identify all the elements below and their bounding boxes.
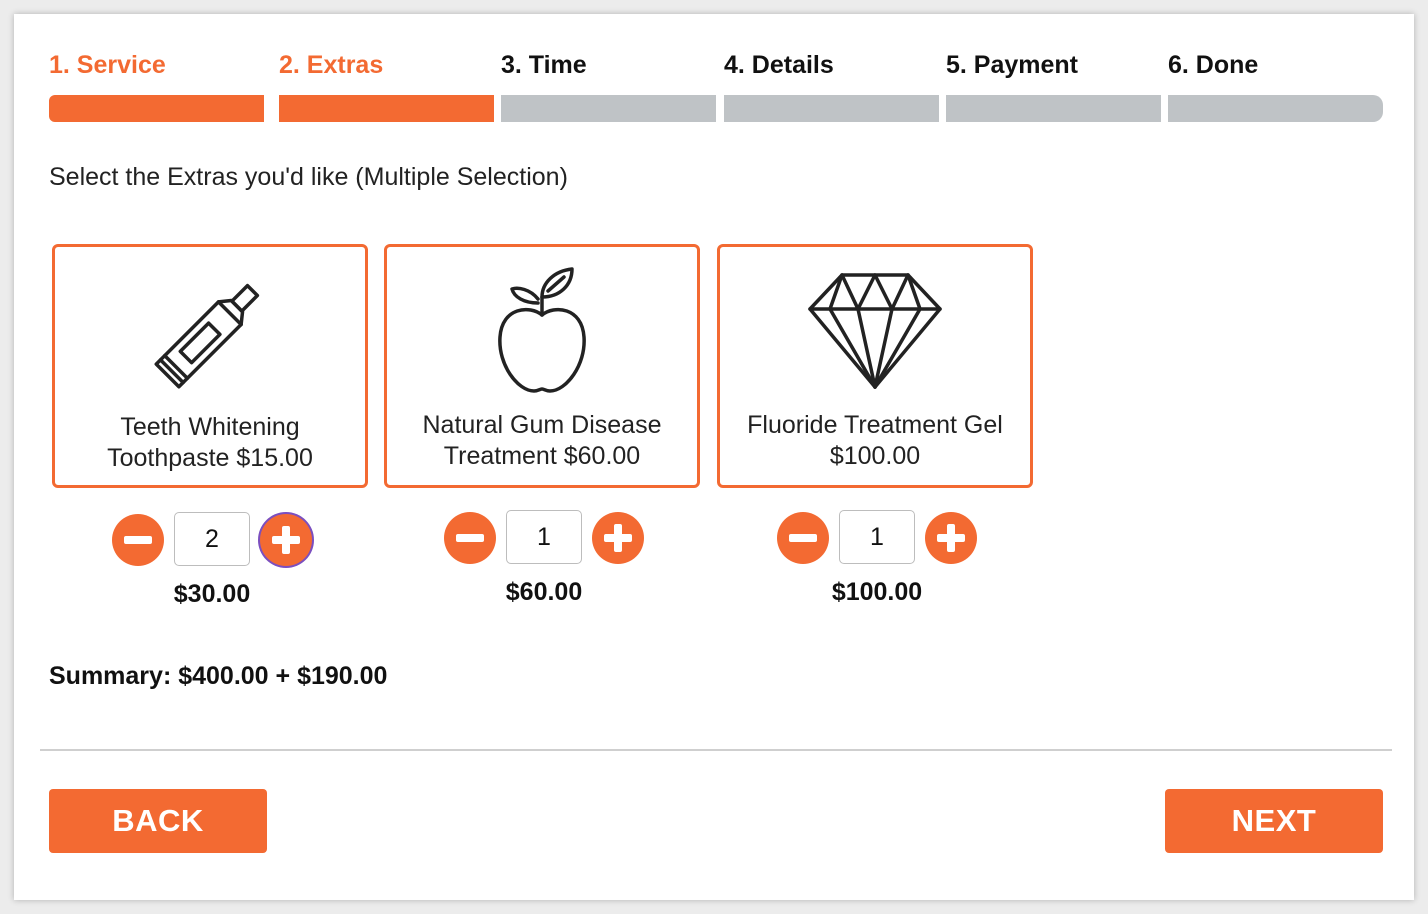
extra-title-line: Teeth Whitening xyxy=(120,413,300,441)
extra-card-teeth-whitening[interactable]: Teeth Whitening Toothpaste $15.00 xyxy=(52,244,368,488)
step-label: 5. Payment xyxy=(946,51,1079,79)
plus-icon xyxy=(937,524,965,552)
divider xyxy=(40,749,1392,751)
step-service[interactable]: 1. Service xyxy=(49,48,264,122)
apple-icon xyxy=(482,263,602,408)
extra-title: Teeth Whitening Toothpaste $15.00 xyxy=(55,412,365,474)
extra-subtotal: $100.00 xyxy=(831,578,923,606)
step-bar xyxy=(946,95,1161,122)
increase-quantity-button[interactable] xyxy=(592,512,644,564)
minus-icon xyxy=(789,534,817,542)
step-extras[interactable]: 2. Extras xyxy=(279,48,494,122)
extra-title-line: Natural Gum Disease xyxy=(422,411,662,439)
step-done: 6. Done xyxy=(1168,48,1383,122)
extra-title-line: Fluoride Treatment Gel xyxy=(747,411,1003,439)
step-progress: 1. Service 2. Extras 3. Time 4. Details … xyxy=(49,48,1383,128)
extra-title: Natural Gum Disease Treatment $60.00 xyxy=(387,410,697,472)
minus-icon xyxy=(456,534,484,542)
next-button[interactable]: NEXT xyxy=(1165,789,1383,853)
back-button[interactable]: BACK xyxy=(49,789,267,853)
step-time: 3. Time xyxy=(501,48,716,122)
extra-subtotal: $30.00 xyxy=(173,580,251,608)
step-label: 3. Time xyxy=(501,51,587,79)
quantity-stepper: 2 xyxy=(112,512,312,568)
decrease-quantity-button[interactable] xyxy=(112,514,164,566)
increase-quantity-button[interactable] xyxy=(925,512,977,564)
step-payment: 5. Payment xyxy=(946,48,1161,122)
quantity-input[interactable]: 2 xyxy=(174,512,250,566)
extra-title-line: Treatment $60.00 xyxy=(443,442,641,470)
extra-card-natural-gum[interactable]: Natural Gum Disease Treatment $60.00 xyxy=(384,244,700,488)
extra-subtotal: $60.00 xyxy=(505,578,583,606)
decrease-quantity-button[interactable] xyxy=(444,512,496,564)
increase-quantity-button[interactable] xyxy=(260,514,312,566)
plus-icon xyxy=(604,524,632,552)
step-label: 6. Done xyxy=(1168,51,1259,79)
quantity-input[interactable]: 1 xyxy=(839,510,915,564)
extra-title: Fluoride Treatment Gel $100.00 xyxy=(720,410,1030,472)
diamond-icon xyxy=(800,263,950,398)
step-label: 4. Details xyxy=(724,51,834,79)
instruction-text: Select the Extras you'd like (Multiple S… xyxy=(49,163,568,191)
plus-icon xyxy=(272,526,300,554)
step-bar xyxy=(49,95,264,122)
extra-card-fluoride-gel[interactable]: Fluoride Treatment Gel $100.00 xyxy=(717,244,1033,488)
quantity-input[interactable]: 1 xyxy=(506,510,582,564)
step-bar xyxy=(1168,95,1383,122)
toothpaste-tube-icon xyxy=(135,263,285,408)
decrease-quantity-button[interactable] xyxy=(777,512,829,564)
step-bar xyxy=(724,95,939,122)
quantity-stepper: 1 xyxy=(777,510,977,566)
quantity-stepper: 1 xyxy=(444,510,644,566)
extra-title-line: $100.00 xyxy=(829,442,921,470)
minus-icon xyxy=(124,536,152,544)
extra-title-line: Toothpaste $15.00 xyxy=(107,444,313,472)
step-label: 1. Service xyxy=(49,51,166,79)
step-bar xyxy=(279,95,494,122)
step-label: 2. Extras xyxy=(279,51,384,79)
step-details: 4. Details xyxy=(724,48,939,122)
step-bar xyxy=(501,95,716,122)
price-summary: Summary: $400.00 + $190.00 xyxy=(49,662,388,690)
